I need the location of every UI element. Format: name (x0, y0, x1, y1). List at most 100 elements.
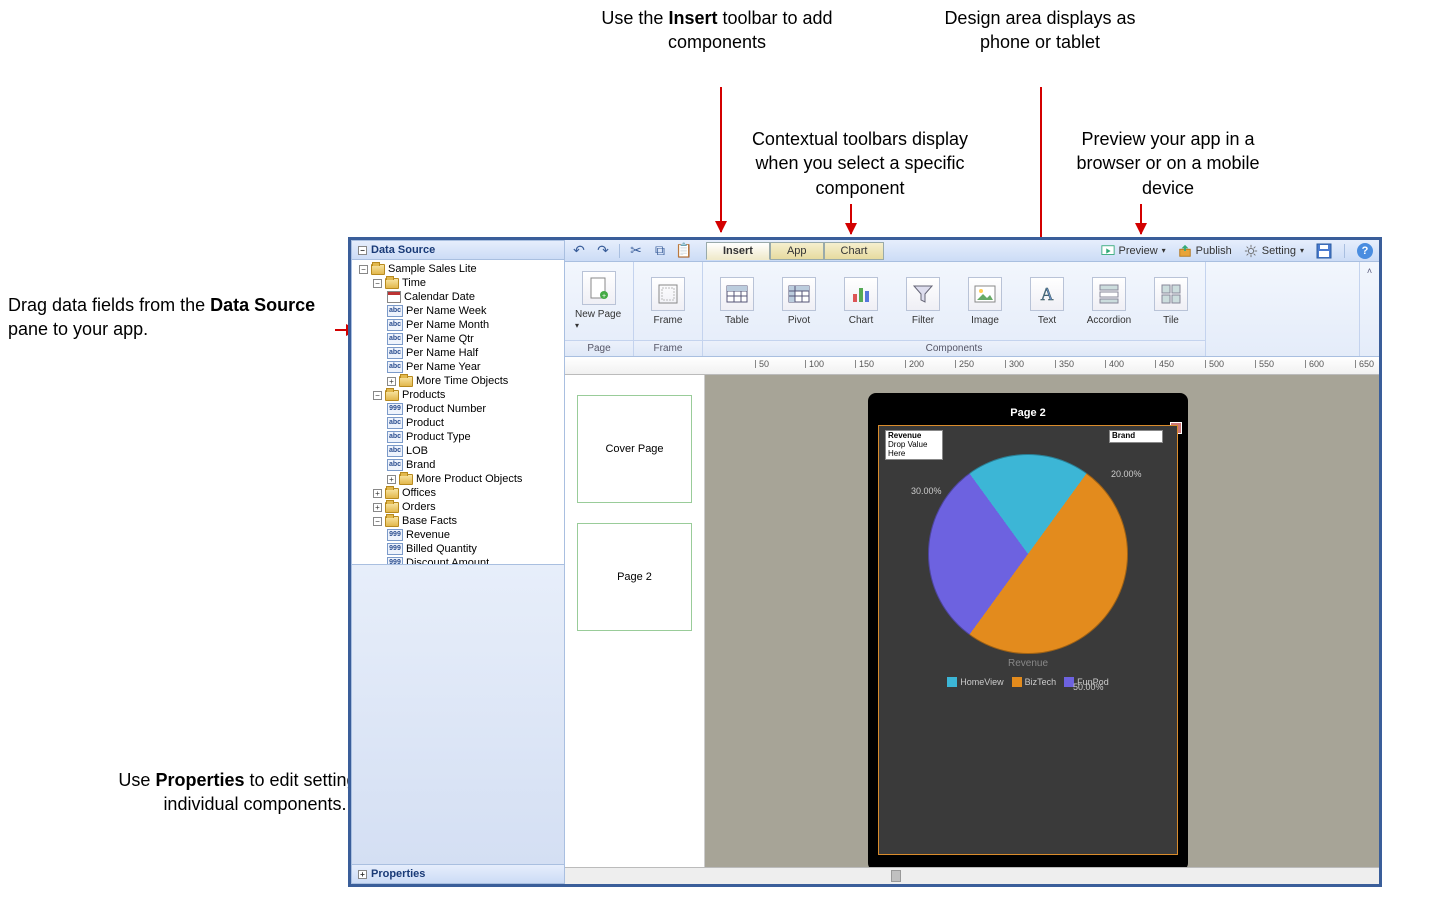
tree-item[interactable]: − Time (356, 276, 560, 290)
drop-zone-brand[interactable]: Brand (1109, 430, 1163, 443)
left-sidebar: − Data Source − Sample Sales Lite− Time … (351, 240, 565, 884)
app-designer-window: − Data Source − Sample Sales Lite− Time … (348, 237, 1382, 887)
ruler-tick: 550 (1255, 360, 1256, 368)
expand-icon[interactable]: + (387, 475, 396, 484)
tree-item[interactable]: + More Time Objects (356, 374, 560, 388)
page-body[interactable]: Revenue Drop Value Here Brand 20.00% 50.… (878, 425, 1178, 855)
ribbon-tile[interactable]: Tile (1147, 277, 1195, 326)
ribbon-item-label: Tile (1163, 315, 1179, 326)
setting-button[interactable]: Setting ▾ (1244, 244, 1304, 258)
ribbon-item-label: Table (725, 315, 749, 326)
svg-text:A: A (1041, 284, 1054, 304)
editor-main: ↶ ↷ ✂ ⧉ 📋 InsertAppChart Preview ▾ Publi… (565, 240, 1379, 884)
text-field-icon: abc (387, 319, 403, 331)
svg-text:+: + (602, 293, 606, 300)
tree-item[interactable]: 999 Product Number (356, 402, 560, 416)
tree-item[interactable]: − Base Facts (356, 514, 560, 528)
tree-item[interactable]: 999 Revenue (356, 528, 560, 542)
redo-icon[interactable]: ↷ (595, 243, 611, 259)
ribbon-collapse-icon[interactable]: ˄ (1359, 262, 1379, 356)
ribbon-item-label: New Page ▾ (575, 309, 623, 331)
ruler-tick: 400 (1105, 360, 1106, 368)
help-icon[interactable]: ? (1357, 243, 1373, 259)
slice-label: 20.00% (1111, 469, 1142, 479)
expand-icon[interactable]: + (387, 377, 396, 386)
ribbon-new-page[interactable]: + New Page ▾ (575, 271, 623, 331)
collapse-icon[interactable]: − (373, 391, 382, 400)
text-field-icon: abc (387, 333, 403, 345)
calendar-icon (387, 291, 401, 303)
tab-chart[interactable]: Chart (824, 242, 885, 260)
ribbon-accordion[interactable]: Accordion (1085, 277, 1133, 326)
ruler: 50100150200250300350400450500550600650 (565, 357, 1379, 375)
page-thumbnails: Cover Page Page 2 (565, 375, 705, 867)
tree-item[interactable]: + Offices (356, 486, 560, 500)
expand-icon[interactable]: + (373, 489, 382, 498)
tree-item[interactable]: + More Product Objects (356, 472, 560, 486)
tree-item[interactable]: − Products (356, 388, 560, 402)
callout-insert-toolbar: Use the Insert toolbar to add components (597, 6, 837, 55)
cut-icon[interactable]: ✂ (628, 243, 644, 259)
tree-item[interactable]: abc Per Name Half (356, 346, 560, 360)
tree-item[interactable]: 999 Discount Amount (356, 556, 560, 565)
callout-datasource: Drag data fields from the Data Source pa… (8, 293, 328, 342)
ribbon-text[interactable]: A Text (1023, 277, 1071, 326)
copy-icon[interactable]: ⧉ (652, 243, 668, 259)
tree-item[interactable]: abc Per Name Week (356, 304, 560, 318)
tree-item[interactable]: abc Brand (356, 458, 560, 472)
legend-item: BizTech (1012, 677, 1057, 687)
ruler-tick: 150 (855, 360, 856, 368)
properties-pane-header[interactable]: + Properties (351, 864, 565, 884)
image-icon (968, 277, 1002, 311)
tab-app[interactable]: App (770, 242, 824, 260)
expand-icon[interactable]: + (373, 503, 382, 512)
expand-icon[interactable]: + (358, 870, 367, 879)
tree-item[interactable]: − Sample Sales Lite (356, 262, 560, 276)
ribbon-filter[interactable]: Filter (899, 277, 947, 326)
data-source-pane-header[interactable]: − Data Source (351, 240, 565, 260)
properties-title: Properties (371, 868, 425, 880)
text-field-icon: abc (387, 305, 403, 317)
tab-insert[interactable]: Insert (706, 242, 770, 260)
ribbon-pivot[interactable]: Pivot (775, 277, 823, 326)
collapse-icon[interactable]: − (373, 517, 382, 526)
ruler-tick: 200 (905, 360, 906, 368)
collapse-icon[interactable]: − (373, 279, 382, 288)
folder-icon (385, 502, 399, 513)
ruler-tick: 300 (1005, 360, 1006, 368)
tree-item[interactable]: abc Product (356, 416, 560, 430)
publish-button[interactable]: Publish (1178, 244, 1232, 258)
ribbon-table[interactable]: Table (713, 277, 761, 326)
data-source-tree[interactable]: − Sample Sales Lite− Time Calendar Datea… (351, 260, 565, 565)
number-field-icon: 999 (387, 403, 403, 415)
frame-icon (651, 277, 685, 311)
page-thumbnail[interactable]: Page 2 (577, 523, 692, 631)
ribbon-item-label: Text (1038, 315, 1056, 326)
ribbon-image[interactable]: Image (961, 277, 1009, 326)
page-thumbnail[interactable]: Cover Page (577, 395, 692, 503)
tree-item[interactable]: 999 Billed Quantity (356, 542, 560, 556)
pie-chart[interactable]: 20.00% 50.00% 30.00% Revenue HomeViewBiz… (893, 454, 1163, 694)
collapse-icon[interactable]: − (358, 246, 367, 255)
collapse-icon[interactable]: − (359, 265, 368, 274)
tree-item[interactable]: + Orders (356, 500, 560, 514)
design-canvas[interactable]: Page 2 Revenue Drop Value Here Brand 20.… (705, 375, 1379, 867)
tree-item[interactable]: abc LOB (356, 444, 560, 458)
tree-item[interactable]: abc Per Name Year (356, 360, 560, 374)
ribbon-chart[interactable]: Chart (837, 277, 885, 326)
ribbon-frame[interactable]: Frame (644, 277, 692, 326)
paste-icon[interactable]: 📋 (676, 243, 692, 259)
ruler-tick: 600 (1305, 360, 1306, 368)
folder-icon (399, 474, 413, 485)
chart-xlabel: Revenue (893, 658, 1163, 669)
tree-item[interactable]: abc Per Name Qtr (356, 332, 560, 346)
save-icon[interactable] (1316, 243, 1332, 259)
scroll-thumb[interactable] (891, 870, 901, 882)
tree-item[interactable]: abc Product Type (356, 430, 560, 444)
ribbon: +New Page ▾PageFrameFrameTablePivotChart… (565, 262, 1379, 357)
undo-icon[interactable]: ↶ (571, 243, 587, 259)
preview-button[interactable]: Preview ▾ (1101, 244, 1166, 258)
tree-item[interactable]: Calendar Date (356, 290, 560, 304)
horizontal-scrollbar[interactable] (565, 867, 1379, 884)
tree-item[interactable]: abc Per Name Month (356, 318, 560, 332)
